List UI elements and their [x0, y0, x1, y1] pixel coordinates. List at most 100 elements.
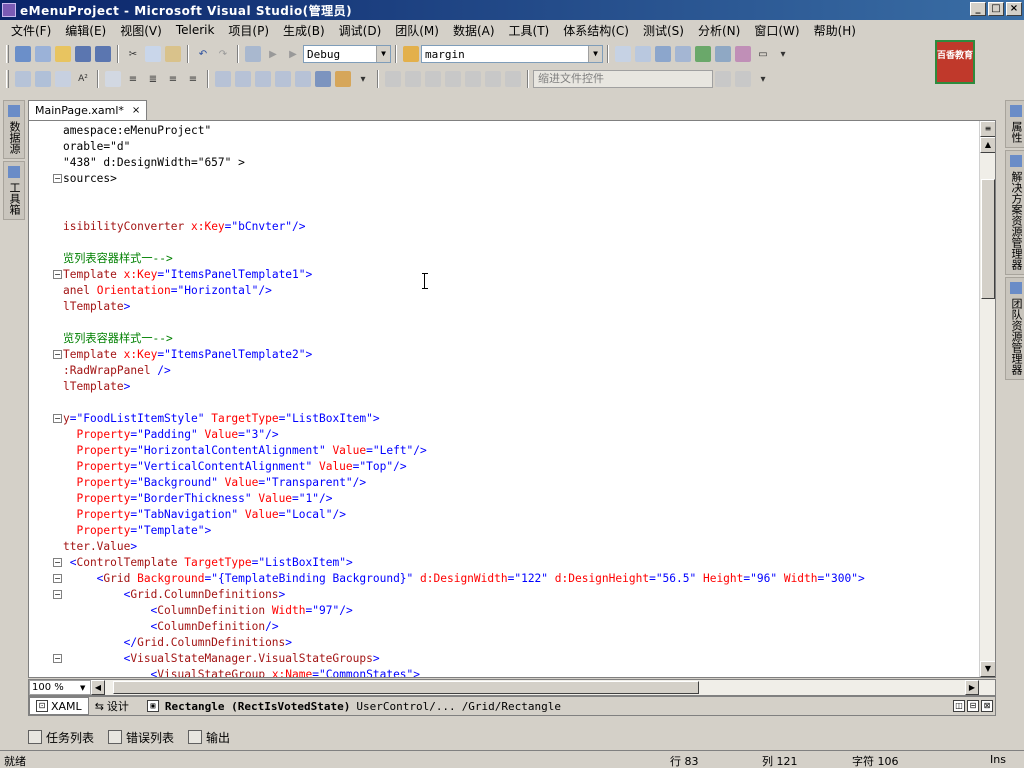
- minimize-button[interactable]: _: [970, 2, 986, 16]
- vertical-split-icon[interactable]: ◫: [953, 700, 965, 712]
- collapse-icon[interactable]: −: [53, 414, 62, 423]
- code-line[interactable]: Template x:Key="ItemsPanelTemplate1">: [63, 267, 979, 283]
- scroll-left-button[interactable]: ◀: [91, 680, 105, 695]
- chevron-down-icon[interactable]: ▼: [588, 46, 602, 62]
- menu-item[interactable]: 编辑(E): [58, 22, 113, 39]
- code-line[interactable]: isibilityConverter x:Key="bCnvter"/>: [63, 219, 979, 235]
- bookmark-prev-folder-icon[interactable]: [275, 71, 291, 87]
- collapse-pane-icon[interactable]: ⊠: [981, 700, 993, 712]
- output-tab[interactable]: 任务列表: [26, 729, 96, 746]
- bookmark-prev-icon[interactable]: [235, 71, 251, 87]
- close-window-button[interactable]: ×: [1006, 2, 1022, 16]
- code-line[interactable]: [63, 235, 979, 251]
- toolbar-grip[interactable]: [6, 70, 9, 88]
- toolbox-icon[interactable]: [695, 46, 711, 62]
- side-tab[interactable]: 数据源: [3, 100, 25, 159]
- save-all-icon[interactable]: [95, 46, 111, 62]
- menu-item[interactable]: 工具(T): [502, 22, 557, 39]
- layout-icon-6[interactable]: [485, 71, 501, 87]
- menu-item[interactable]: 体系结构(C): [556, 22, 636, 39]
- indent-icon[interactable]: ≣: [145, 71, 161, 87]
- open-folder-icon[interactable]: [55, 46, 71, 62]
- maximize-button[interactable]: □: [988, 2, 1004, 16]
- code-line[interactable]: [63, 315, 979, 331]
- cut-icon[interactable]: ✂: [125, 46, 141, 62]
- side-tab[interactable]: 属性: [1005, 100, 1024, 148]
- uncomment-icon[interactable]: ≡: [185, 71, 201, 87]
- code-editor[interactable]: amespace:eMenuProject" orable="d" "438" d:…: [28, 120, 996, 678]
- redo-icon[interactable]: ↷: [215, 46, 231, 62]
- save-icon[interactable]: [75, 46, 91, 62]
- layout-icon-4[interactable]: [445, 71, 461, 87]
- align-left-icon[interactable]: ≡: [125, 71, 141, 87]
- menu-item[interactable]: 文件(F): [4, 22, 58, 39]
- collapse-icon[interactable]: −: [53, 270, 62, 279]
- start-debug-icon[interactable]: ▶: [285, 46, 301, 62]
- window-layout-icon[interactable]: ▭: [755, 46, 771, 62]
- code-line[interactable]: <ColumnDefinition/>: [63, 619, 979, 635]
- code-line[interactable]: <ControlTemplate TargetType="ListBoxItem…: [63, 555, 979, 571]
- undo-icon[interactable]: ↶: [195, 46, 211, 62]
- code-line[interactable]: y="FoodListItemStyle" TargetType="ListBo…: [63, 411, 979, 427]
- menu-item[interactable]: 生成(B): [276, 22, 332, 39]
- code-line[interactable]: Property = "HorizontalContentAlignment" Va…: [63, 443, 979, 459]
- code-line[interactable]: <Grid.ColumnDefinitions>: [63, 587, 979, 603]
- menu-item[interactable]: Telerik: [169, 23, 222, 37]
- code-line[interactable]: sources>: [63, 171, 979, 187]
- quick-info-icon[interactable]: [55, 71, 71, 87]
- toolbar-options-icon[interactable]: ▾: [355, 71, 371, 87]
- solution-config-select[interactable]: Debug ▼: [303, 45, 391, 63]
- navigate-back-icon[interactable]: [245, 46, 261, 62]
- find-in-files-icon[interactable]: [403, 46, 419, 62]
- splitter-handle[interactable]: ≡: [980, 121, 995, 137]
- menu-item[interactable]: 数据(A): [446, 22, 502, 39]
- code-line[interactable]: <VisualStateManager.VisualStateGroups>: [63, 651, 979, 667]
- output-tab[interactable]: 错误列表: [106, 729, 176, 746]
- layout-icon-5[interactable]: [465, 71, 481, 87]
- code-line[interactable]: amespace:eMenuProject": [63, 123, 979, 139]
- menu-item[interactable]: 调试(D): [332, 22, 389, 39]
- collapse-icon[interactable]: −: [53, 654, 62, 663]
- menu-item[interactable]: 窗口(W): [747, 22, 806, 39]
- code-text[interactable]: amespace:eMenuProject" orable="d" "438" d:…: [63, 123, 979, 677]
- code-line[interactable]: Property="Background" Value="Transparent…: [63, 475, 979, 491]
- layout-icon-7[interactable]: [505, 71, 521, 87]
- chevron-down-icon[interactable]: ▼: [80, 684, 90, 692]
- code-line[interactable]: Property="TabNavigation" Value="Local"/>: [63, 507, 979, 523]
- close-icon[interactable]: ×: [132, 105, 140, 116]
- code-line[interactable]: <VisualStateGroup x:Name="CommonStates">: [63, 667, 979, 677]
- breadcrumb-element[interactable]: Rectangle (RectIsVotedState): [165, 700, 350, 713]
- horizontal-split-icon[interactable]: ⊟: [967, 700, 979, 712]
- menu-item[interactable]: 团队(M): [388, 22, 446, 39]
- menu-item[interactable]: 测试(S): [636, 22, 691, 39]
- collapse-icon[interactable]: −: [53, 574, 62, 583]
- word-complete-icon[interactable]: A²: [75, 71, 91, 87]
- code-line[interactable]: Property="BorderThickness" Value="1"/>: [63, 491, 979, 507]
- collapse-icon[interactable]: −: [53, 174, 62, 183]
- horizontal-scroll-thumb[interactable]: [113, 681, 699, 694]
- vertical-scroll-thumb[interactable]: [981, 179, 995, 299]
- side-tab[interactable]: 团队资源管理器: [1005, 277, 1024, 380]
- start-page-icon[interactable]: [715, 46, 731, 62]
- scroll-right-button[interactable]: ▶: [965, 680, 979, 695]
- code-line[interactable]: orable="d": [63, 139, 979, 155]
- menu-item[interactable]: 帮助(H): [807, 22, 863, 39]
- code-line[interactable]: Template x:Key="ItemsPanelTemplate2">: [63, 347, 979, 363]
- properties-icon[interactable]: [655, 46, 671, 62]
- side-tab[interactable]: 解决方案资源管理器: [1005, 150, 1024, 275]
- xaml-view-tab[interactable]: ⊡ XAML: [29, 697, 89, 715]
- extension-manager-icon[interactable]: [735, 46, 751, 62]
- code-line[interactable]: <Grid Background = "{TemplateBinding Backg…: [63, 571, 979, 587]
- breadcrumb-path-usercontrol[interactable]: UserControl/...: [356, 700, 455, 713]
- breadcrumb-path-grid[interactable]: /Grid/Rectangle: [462, 700, 561, 713]
- layout-icon-2[interactable]: [405, 71, 421, 87]
- output-tab[interactable]: 输出: [186, 729, 232, 746]
- code-line[interactable]: [63, 203, 979, 219]
- toolbar-options-icon[interactable]: ▾: [775, 46, 791, 62]
- zoom-select[interactable]: 100 % ▼: [29, 680, 91, 695]
- chevron-down-icon[interactable]: ▼: [376, 46, 390, 62]
- code-line[interactable]: Property="Template">: [63, 523, 979, 539]
- design-view-tab[interactable]: ⇆ 设计: [89, 697, 135, 715]
- parameter-info-icon[interactable]: [35, 71, 51, 87]
- find-combo[interactable]: margin ▼: [421, 45, 603, 63]
